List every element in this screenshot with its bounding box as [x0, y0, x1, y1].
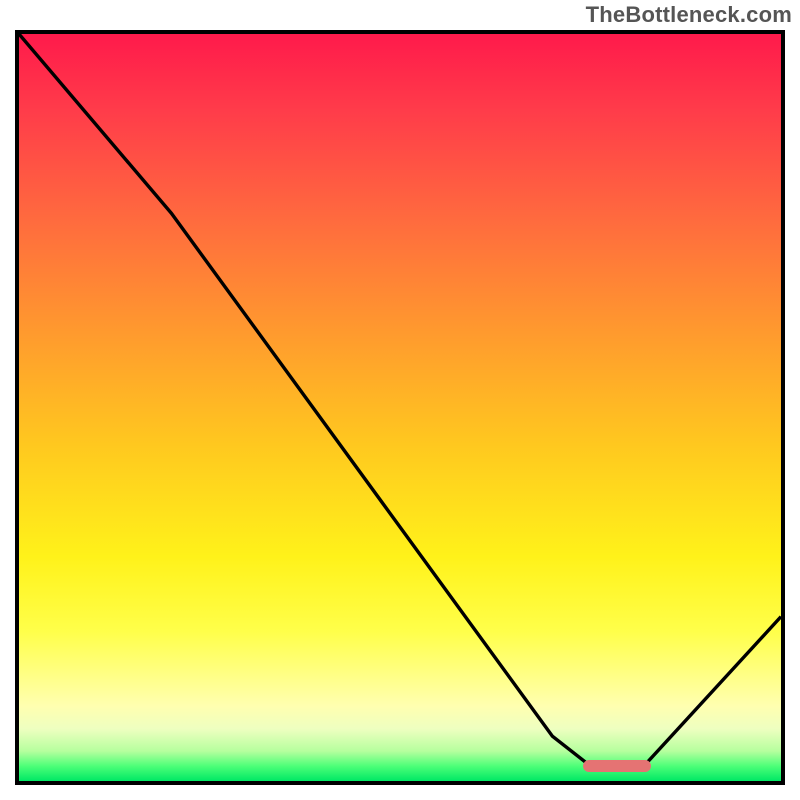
watermark-text: TheBottleneck.com [586, 2, 792, 28]
curve-path [19, 34, 781, 766]
bottleneck-curve [19, 34, 781, 781]
chart-container: TheBottleneck.com [0, 0, 800, 800]
plot-frame [15, 30, 785, 785]
optimal-range-marker [583, 760, 652, 772]
